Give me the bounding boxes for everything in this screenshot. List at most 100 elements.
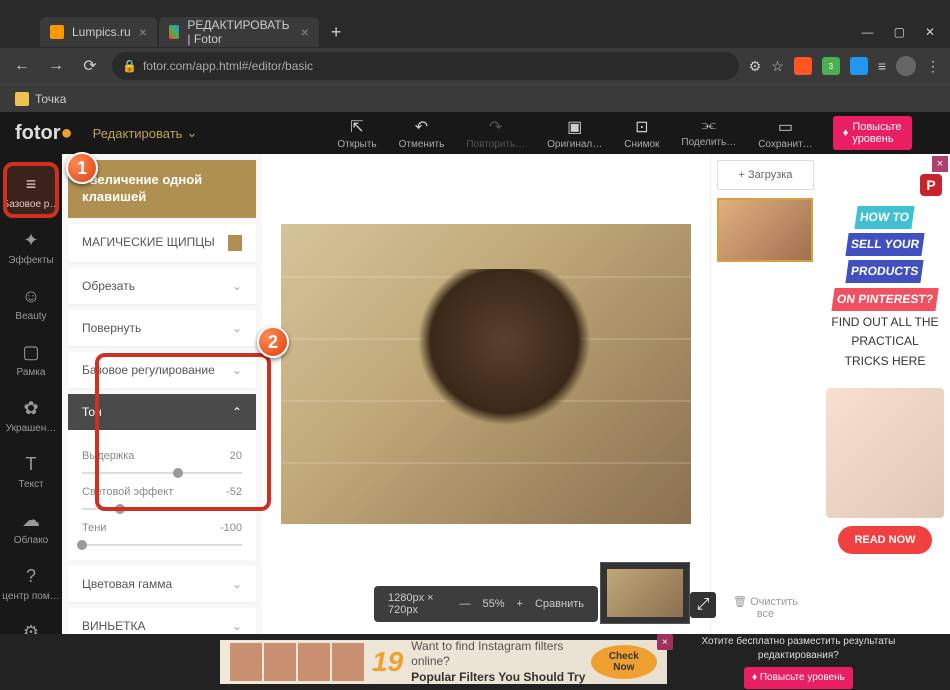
annotation-marker-1: 1 [66,152,98,184]
expand-button[interactable]: ⤢ [690,592,716,618]
image-size: 1280px × 720px [388,592,448,616]
extension-icon[interactable]: 3 [822,57,840,75]
list-icon[interactable]: ≡ [878,58,886,74]
upgrade-button[interactable]: ♦ Повысьте уровень [833,116,912,150]
snapshot-button[interactable]: ⊡Снимок [624,117,659,150]
nav-stickers[interactable]: ✿Украшен… [0,388,62,444]
nav-help[interactable]: ?центр пом… [0,556,62,612]
frame-icon: ▢ [22,342,39,363]
undo-icon: ↶ [415,117,428,137]
ad-close-button[interactable]: × [932,156,948,172]
ad-image [826,388,944,518]
cloud-icon: ☁ [22,510,40,531]
redo-icon: ↷ [489,117,502,137]
star-icon[interactable]: ☆ [771,58,784,75]
pinterest-icon[interactable]: P [920,174,942,196]
ad-text: HOW TO [855,206,915,229]
maximize-button[interactable]: ▢ [894,25,905,39]
close-icon[interactable]: × [301,24,309,40]
highlights-slider[interactable] [82,508,242,510]
panel-magic[interactable]: МАГИЧЕСКИЕ ЩИПЦЫ [68,224,256,262]
upload-button[interactable]: + Загрузка [717,160,814,190]
footer-upgrade-button[interactable]: ♦ Повысьте уровень [744,667,853,689]
compare-button[interactable]: Сравнить [535,598,584,610]
exposure-value: 20 [230,450,242,462]
sticker-icon: ✿ [23,398,38,419]
minimize-button[interactable]: — [862,25,874,39]
chevron-down-icon: ⌄ [186,125,197,141]
clear-all-button[interactable]: 🗑 Очистить все [717,587,814,628]
fotor-logo[interactable]: fotor● [15,122,73,145]
edited-photo[interactable] [281,224,691,524]
tone-header[interactable]: Тон⌃ [68,394,256,430]
footer-promo-text: Хотите бесплатно разместить результаты р… [667,635,930,663]
zoom-level: 55% [483,598,505,610]
profile-avatar[interactable] [896,56,916,76]
translate-icon[interactable]: ⚙ [749,58,762,75]
favicon-icon [50,25,64,39]
tone-section: Тон⌃ Выдержка20 Световой эффект-52 Тени-… [68,394,256,560]
ad-text: ON PINTEREST? [831,288,938,311]
zoom-bar: 1280px × 720px — 55% + Сравнить [374,586,598,622]
close-icon[interactable]: × [139,24,147,40]
image-icon: ▣ [567,117,582,137]
canvas[interactable]: 1280px × 720px — 55% + Сравнить ⤢ [262,154,710,634]
app-header: fotor● Редактировать ⌄ ⇱Открыть ↶Отменит… [0,112,950,154]
folder-icon [15,92,29,106]
redo-button: ↷Повторить… [466,117,525,150]
highlights-value: -52 [226,486,242,498]
image-thumbnail[interactable] [717,198,813,262]
panel-rotate[interactable]: Повернуть⌄ [68,310,256,346]
new-tab-button[interactable]: + [321,22,352,43]
nav-frame[interactable]: ▢Рамка [0,332,62,388]
chevron-down-icon: ⌄ [232,577,242,591]
panel-basic-adj[interactable]: Базовое регулирование⌄ [68,352,256,388]
text-icon: T [26,454,37,475]
back-button[interactable]: ← [10,57,34,75]
edit-dropdown[interactable]: Редактировать ⌄ [93,125,198,141]
close-button[interactable]: ✕ [925,25,935,39]
ad-text: PRODUCTS [846,260,925,283]
nav-beauty[interactable]: ☺Beauty [0,276,62,332]
nav-cloud[interactable]: ☁Облако [0,500,62,556]
url-text: fotor.com/app.html#/editor/basic [143,59,313,73]
footer-banner[interactable]: 19 Want to find Instagram filters online… [220,640,667,684]
url-input[interactable]: 🔒 fotor.com/app.html#/editor/basic [112,52,739,80]
nav-basic[interactable]: ≡ Базовое р… [0,164,62,220]
favicon-icon [169,25,180,39]
shadows-value: -100 [220,522,242,534]
menu-icon[interactable]: ⋮ [926,58,940,75]
tab-lumpics[interactable]: Lumpics.ru × [40,17,157,47]
extension-icon[interactable] [794,57,812,75]
preview-thumbnail[interactable] [600,562,690,624]
reload-button[interactable]: ⟳ [78,56,102,76]
banner-close-button[interactable]: × [657,634,673,650]
share-button[interactable]: ⫘Поделить… [681,117,736,150]
nav-text[interactable]: TТекст [0,444,62,500]
panel-crop[interactable]: Обрезать⌄ [68,268,256,304]
nav-effects[interactable]: ✦Эффекты [0,220,62,276]
banner-thumb [298,643,330,681]
zoom-in-button[interactable]: + [517,598,523,610]
forward-button[interactable]: → [44,57,68,75]
save-button[interactable]: ▭Сохранит… [758,117,812,150]
bookmark-item[interactable]: Точка [35,92,66,106]
panel-color[interactable]: Цветовая гамма⌄ [68,566,256,602]
tab-fotor[interactable]: РЕДАКТИРОВАТЬ | Fotor × [159,17,319,47]
edit-panel: Увеличение одной клавишей МАГИЧЕСКИЕ ЩИП… [62,154,262,634]
address-bar: ← → ⟳ 🔒 fotor.com/app.html#/editor/basic… [0,48,950,84]
open-button[interactable]: ⇱Открыть [337,117,376,150]
zoom-out-button[interactable]: — [460,598,471,610]
check-now-button[interactable]: Check Now [591,645,657,679]
tab-title: Lumpics.ru [72,25,131,39]
original-button[interactable]: ▣Оригинал… [547,117,602,150]
read-now-button[interactable]: READ NOW [838,526,931,554]
bookmark-icon [228,235,242,251]
shadows-slider[interactable] [82,544,242,546]
lock-icon: 🔒 [122,59,137,73]
undo-button[interactable]: ↶Отменить [399,117,445,150]
effects-icon: ✦ [23,230,38,251]
extension-icon[interactable] [850,57,868,75]
exposure-slider[interactable] [82,472,242,474]
annotation-marker-2: 2 [257,326,289,358]
